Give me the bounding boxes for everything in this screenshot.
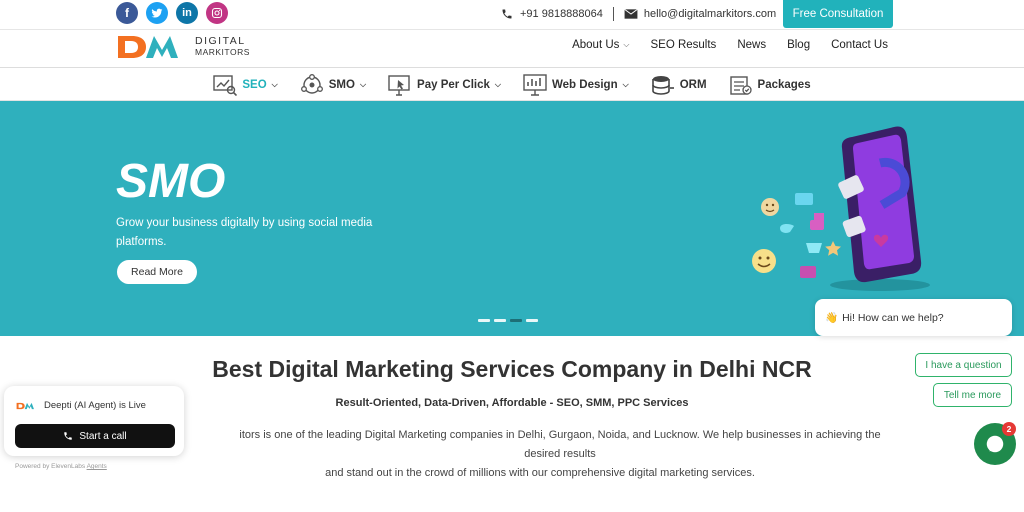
service-label: Packages xyxy=(757,78,811,91)
chevron-down-icon: ⌵ xyxy=(359,79,367,89)
chevron-down-icon: ⌵ xyxy=(271,79,278,89)
nav-blog[interactable]: Blog xyxy=(787,39,810,51)
social-media-phone-illustration xyxy=(752,126,930,291)
instagram-icon[interactable] xyxy=(206,2,228,24)
service-label: Pay Per Click xyxy=(417,78,490,91)
hero-subtitle: Grow your business digitally by using so… xyxy=(116,217,373,248)
service-seo[interactable]: SEO ⌵ xyxy=(213,74,278,96)
chat-option-tell-more[interactable]: Tell me more xyxy=(933,383,1012,407)
chat-unread-badge: 2 xyxy=(1002,422,1016,436)
service-packages[interactable]: Packages xyxy=(729,74,811,96)
page-heading: Best Digital Marketing Services Company … xyxy=(212,356,812,382)
nav-label: Blog xyxy=(787,39,811,51)
intro-line-2: and stand out in the crowd of millions w… xyxy=(325,467,755,479)
ppc-icon xyxy=(388,74,410,96)
packages-icon xyxy=(729,75,752,95)
slider-dot-1[interactable] xyxy=(478,319,490,322)
waving-hand-icon: 👋 xyxy=(825,312,839,324)
chevron-down-icon: ⌵ xyxy=(622,79,629,89)
web-design-icon xyxy=(523,73,547,96)
site-logo[interactable]: DIGITAL MARKITORS xyxy=(116,32,250,62)
linkedin-icon[interactable]: in xyxy=(176,2,198,24)
logo-line2: MARKITORS xyxy=(195,47,250,57)
facebook-icon[interactable]: f xyxy=(116,2,138,24)
slider-dot-4[interactable] xyxy=(526,319,538,322)
orm-icon xyxy=(651,75,674,95)
nav-about-us[interactable]: About Us ⌵ xyxy=(572,39,629,51)
start-call-label: Start a call xyxy=(79,430,127,442)
slider-dot-3[interactable] xyxy=(510,319,522,322)
logo-mark-icon xyxy=(118,36,178,58)
chevron-down-icon: ⌵ xyxy=(623,40,630,49)
nav-news[interactable]: News xyxy=(737,39,766,51)
ai-agent-header: Deepti (AI Agent) is Live xyxy=(16,400,146,411)
service-orm[interactable]: ORM xyxy=(651,74,707,96)
phone-icon xyxy=(502,9,512,19)
service-label: ORM xyxy=(679,78,707,91)
main-nav: About Us ⌵ SEO Results News Blog Contact… xyxy=(572,39,888,51)
chat-greeting-text: Hi! How can we help? xyxy=(842,311,944,324)
nav-label: About Us xyxy=(572,39,620,51)
divider xyxy=(612,7,614,21)
top-bar: f in +91 9818888064 hello@digitalmarkito… xyxy=(0,0,1024,30)
nav-label: SEO Results xyxy=(650,39,717,51)
nav-label: Contact Us xyxy=(831,39,888,51)
nav-seo-results[interactable]: SEO Results xyxy=(650,39,716,51)
phone-number[interactable]: +91 9818888064 xyxy=(520,8,603,20)
email-address[interactable]: hello@digitalmarkitors.com xyxy=(644,8,776,20)
read-more-button[interactable]: Read More xyxy=(117,260,197,284)
phone-icon xyxy=(64,432,73,440)
logo-text: DIGITAL MARKITORS xyxy=(195,36,250,58)
logo-line1: DIGITAL xyxy=(195,35,246,47)
service-nav: SEO ⌵ SMO ⌵ Pay Per Click ⌵ Web Design ⌵… xyxy=(0,69,1024,101)
service-label: SMO xyxy=(328,78,355,91)
intro-line-1: itors is one of the leading Digital Mark… xyxy=(239,429,881,460)
chevron-down-icon: ⌵ xyxy=(494,79,501,89)
nav-label: News xyxy=(737,39,767,51)
free-consultation-button[interactable]: Free Consultation xyxy=(783,0,893,28)
social-links: f in xyxy=(116,2,228,24)
smo-icon xyxy=(300,73,323,94)
seo-icon xyxy=(213,74,238,96)
powered-by-text: Powered by ElevenLabs xyxy=(15,463,86,470)
email-icon xyxy=(624,8,638,19)
contact-info: +91 9818888064 hello@digitalmarkitors.co… xyxy=(500,7,776,21)
intro-paragraph: itors is one of the leading Digital Mark… xyxy=(180,426,900,483)
chat-option-question[interactable]: I have a question xyxy=(915,353,1012,377)
powered-by: Powered by ElevenLabs Agents xyxy=(15,463,107,470)
start-call-button[interactable]: Start a call xyxy=(15,424,175,448)
slider-dots xyxy=(478,319,538,322)
twitter-icon[interactable] xyxy=(146,2,168,24)
service-web-design[interactable]: Web Design ⌵ xyxy=(523,73,629,96)
ai-agent-status: Deepti (AI Agent) is Live xyxy=(44,400,146,411)
chat-icon xyxy=(986,435,1004,453)
chat-greeting-bubble[interactable]: 👋 Hi! How can we help? xyxy=(815,299,1012,336)
logo-mark-icon xyxy=(16,402,34,409)
service-smo[interactable]: SMO ⌵ xyxy=(300,73,367,96)
service-label: Web Design xyxy=(552,78,618,91)
nav-contact-us[interactable]: Contact Us xyxy=(831,39,888,51)
slider-dot-2[interactable] xyxy=(494,319,506,322)
powered-by-link[interactable]: Agents xyxy=(87,463,107,470)
service-label: SEO xyxy=(242,78,267,91)
ai-agent-widget: Deepti (AI Agent) is Live Start a call xyxy=(4,386,184,456)
service-pay-per-click[interactable]: Pay Per Click ⌵ xyxy=(388,74,501,96)
hero-title: SMO xyxy=(116,155,226,208)
site-header: DIGITAL MARKITORS About Us ⌵ SEO Results… xyxy=(0,30,1024,68)
